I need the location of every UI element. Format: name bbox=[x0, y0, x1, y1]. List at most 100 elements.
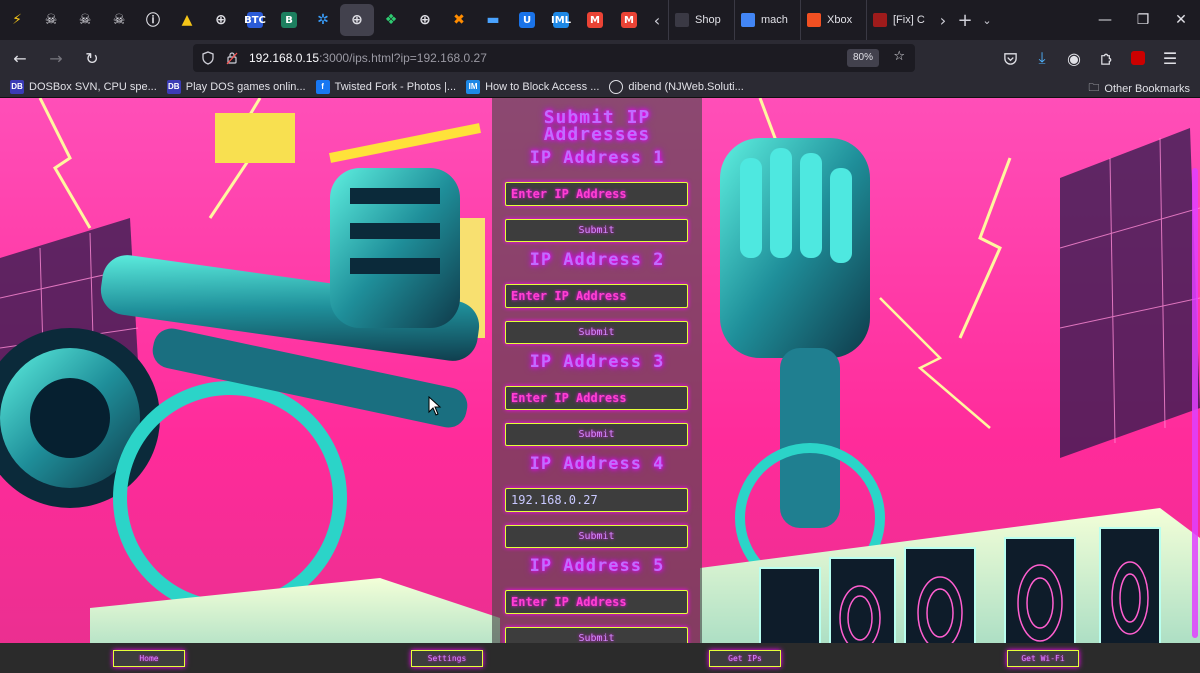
pinned-tab[interactable]: ☠ bbox=[102, 0, 136, 40]
pinned-tab[interactable]: ⊕ bbox=[408, 0, 442, 40]
pinned-tab[interactable]: ⊕ bbox=[204, 0, 238, 40]
ip-submit-button[interactable]: Submit bbox=[505, 525, 688, 548]
pinned-tab[interactable]: ▬ bbox=[476, 0, 510, 40]
warning-icon: ▲ bbox=[181, 12, 193, 28]
home-button[interactable]: Home bbox=[113, 650, 185, 667]
page-scrollbar[interactable] bbox=[1192, 168, 1198, 638]
browser-tab[interactable]: Xbox bbox=[800, 0, 866, 40]
lightning-icon: ⚡ bbox=[12, 12, 22, 28]
pinned-tab[interactable]: ⚡ bbox=[0, 0, 34, 40]
pinned-tab[interactable]: ⓘ bbox=[136, 0, 170, 40]
pinned-tab[interactable]: IML bbox=[544, 0, 578, 40]
pinned-tab[interactable]: ☠ bbox=[34, 0, 68, 40]
ip-submit-button[interactable]: Submit bbox=[505, 423, 688, 446]
account-icon[interactable]: ◉ bbox=[1058, 42, 1090, 74]
pinned-tab[interactable]: ✲ bbox=[306, 0, 340, 40]
get-wifi-button[interactable]: Get Wi-Fi bbox=[1007, 650, 1079, 667]
globe-icon: ⊕ bbox=[351, 12, 363, 28]
pinned-tab[interactable]: ▲ bbox=[170, 0, 204, 40]
pinned-tab[interactable]: M bbox=[578, 0, 612, 40]
aperture-icon: ✲ bbox=[317, 12, 329, 28]
ip-submit-button[interactable]: Submit bbox=[505, 219, 688, 242]
named-tabs: Shop mach Xbox [Fix] C bbox=[668, 0, 932, 40]
bookmark-favicon-icon: IM bbox=[466, 79, 481, 94]
reload-icon[interactable]: ↻ bbox=[76, 42, 108, 74]
bookmark-item[interactable]: IM How to Block Access ... bbox=[466, 79, 599, 94]
pinned-tab[interactable]: ✖ bbox=[442, 0, 476, 40]
other-bookmarks[interactable]: 🗀 Other Bookmarks bbox=[1088, 79, 1190, 98]
github-icon bbox=[609, 79, 624, 94]
menu-icon[interactable]: ☰ bbox=[1154, 42, 1186, 74]
tab-favicon-icon bbox=[807, 13, 821, 27]
insecure-lock-icon[interactable] bbox=[225, 51, 239, 65]
new-tab-icon[interactable]: + bbox=[954, 10, 976, 31]
bookmark-favicon-icon: f bbox=[315, 79, 330, 94]
u-icon: U bbox=[519, 12, 535, 28]
browser-tab[interactable]: mach bbox=[734, 0, 800, 40]
browser-tab[interactable]: [Fix] C bbox=[866, 0, 932, 40]
globe-icon: ⊕ bbox=[215, 12, 227, 28]
x-icon: ✖ bbox=[453, 12, 465, 28]
pinned-tab[interactable]: M bbox=[612, 0, 646, 40]
bookmark-item[interactable]: dibend (NJWeb.Soluti... bbox=[609, 79, 744, 94]
tab-label: Xbox bbox=[827, 14, 853, 26]
pinned-tab[interactable]: BTC bbox=[238, 0, 272, 40]
page-title-line-2: Addresses bbox=[543, 124, 651, 145]
settings-button[interactable]: Settings bbox=[411, 650, 483, 667]
skull-icon: ☠ bbox=[78, 12, 92, 28]
zoom-level-badge[interactable]: 80% bbox=[846, 49, 879, 67]
url-path: :3000/ips.html?ip=192.168.0.27 bbox=[319, 51, 487, 65]
downloads-icon[interactable]: ⤓ bbox=[1026, 42, 1058, 74]
ip-address-input[interactable] bbox=[505, 386, 688, 410]
tab-favicon-icon bbox=[675, 13, 689, 27]
skull-icon: ☠ bbox=[44, 12, 58, 28]
tab-scroll-right-icon[interactable]: › bbox=[932, 11, 954, 30]
bookmark-item[interactable]: f Twisted Fork - Photos |... bbox=[315, 79, 456, 94]
bookmark-favicon-icon: DB bbox=[10, 79, 24, 94]
ip-submit-button[interactable]: Submit bbox=[505, 321, 688, 344]
ip-address-input[interactable] bbox=[505, 590, 688, 614]
tab-favicon-icon bbox=[873, 13, 887, 27]
ip-address-input[interactable] bbox=[505, 284, 688, 308]
shield-icon[interactable] bbox=[201, 51, 215, 65]
extensions-icon[interactable] bbox=[1090, 42, 1122, 74]
bookmark-item[interactable]: DB DOSBox SVN, CPU spe... bbox=[10, 79, 157, 94]
info-icon: ⓘ bbox=[146, 13, 160, 29]
pinned-tab[interactable]: ❖ bbox=[374, 0, 408, 40]
tab-label: Shop bbox=[695, 14, 721, 26]
bookmark-label: Play DOS games onlin... bbox=[185, 80, 306, 93]
url-bar[interactable]: 192.168.0.15:3000/ips.html?ip=192.168.0.… bbox=[193, 44, 915, 72]
tab-strip: ⚡ ☠ ☠ ☠ ⓘ ▲ ⊕ BTC B ✲ ⊕ ❖ ⊕ ✖ ▬ U IML M M ‹ Shop mach Xbox [F… bbox=[0, 0, 1200, 40]
bookmark-label: DOSBox SVN, CPU spe... bbox=[29, 80, 157, 93]
ip-address-label: IP Address 3 bbox=[529, 352, 665, 372]
tab-scroll-left-icon[interactable]: ‹ bbox=[646, 11, 668, 30]
close-window-icon[interactable]: ✕ bbox=[1162, 0, 1200, 40]
pinned-tab[interactable]: ⊕ bbox=[340, 4, 374, 36]
tab-label: mach bbox=[761, 14, 788, 26]
bookmark-star-icon[interactable]: ☆ bbox=[893, 49, 905, 64]
pinned-tab[interactable]: ☠ bbox=[68, 0, 102, 40]
gmail-icon: M bbox=[587, 12, 603, 28]
pinned-tab[interactable]: U bbox=[510, 0, 544, 40]
forward-icon[interactable]: → bbox=[40, 42, 72, 74]
gmail-icon: M bbox=[621, 12, 637, 28]
other-bookmarks-label: Other Bookmarks bbox=[1104, 82, 1190, 95]
list-tabs-icon[interactable]: ⌄ bbox=[976, 14, 998, 27]
minimize-icon[interactable]: — bbox=[1086, 0, 1124, 40]
pocket-icon[interactable] bbox=[994, 42, 1026, 74]
bookmark-item[interactable]: DB Play DOS games onlin... bbox=[166, 79, 306, 94]
restore-icon[interactable]: ❐ bbox=[1124, 0, 1162, 40]
globe-icon: ⊕ bbox=[419, 12, 431, 28]
page-viewport: Submit IP Addresses IP Address 1SubmitIP… bbox=[0, 98, 1200, 673]
ip-address-label: IP Address 1 bbox=[529, 148, 665, 168]
get-ips-button[interactable]: Get IPs bbox=[709, 650, 781, 667]
pinned-tab[interactable]: B bbox=[272, 0, 306, 40]
bookmarks-toolbar: DB DOSBox SVN, CPU spe... DB Play DOS games… bbox=[0, 76, 1200, 98]
ip-address-label: IP Address 2 bbox=[529, 250, 665, 270]
ip-address-input[interactable] bbox=[505, 488, 688, 512]
ip-address-input[interactable] bbox=[505, 182, 688, 206]
ublock-icon[interactable] bbox=[1122, 42, 1154, 74]
back-icon[interactable]: ← bbox=[4, 42, 36, 74]
iml-icon: IML bbox=[551, 12, 571, 28]
browser-tab[interactable]: Shop bbox=[668, 0, 734, 40]
